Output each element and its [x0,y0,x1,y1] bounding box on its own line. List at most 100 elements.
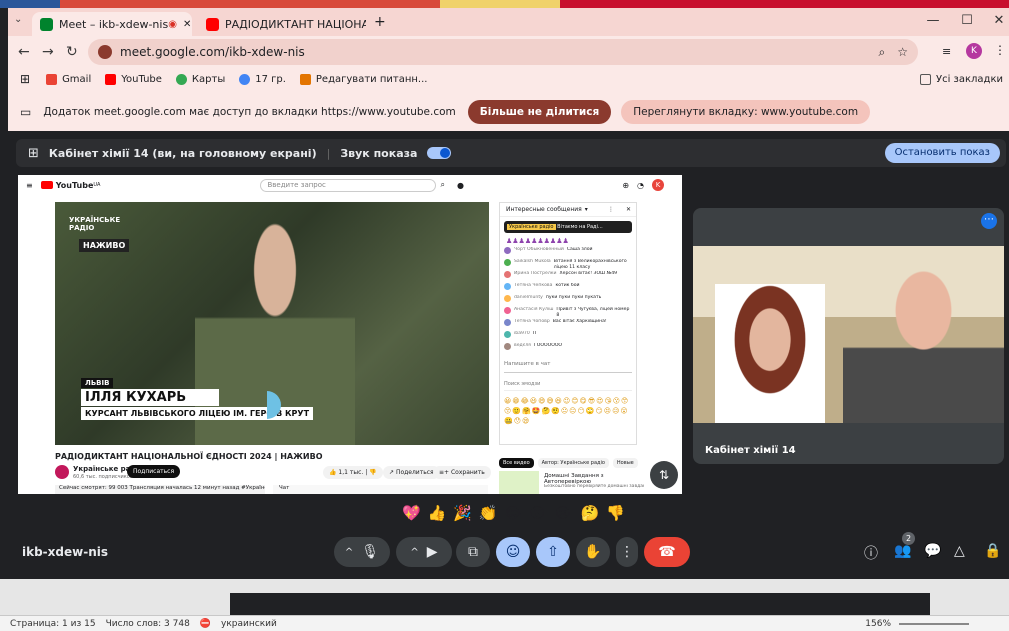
pinned-message[interactable]: Українське радіо Вітаємо на Раді... [504,221,632,233]
site-info-icon[interactable] [98,45,112,59]
reaction-emoji[interactable]: 💖 [402,504,421,522]
camera-options-icon[interactable]: ^ [410,547,418,558]
activities-icon[interactable]: △ [954,543,965,559]
subscribe-button[interactable]: Подписаться [127,465,181,478]
more-options-button[interactable]: ⋮ [616,537,638,567]
menu-icon[interactable]: ⋮ [994,43,1006,57]
reaction-emoji[interactable]: 👎 [606,504,625,522]
chat-icon[interactable]: 💬 [924,543,941,559]
bookmark-star-icon[interactable]: ☆ [897,45,908,59]
yt-bell-icon[interactable]: ◔ [637,181,644,190]
word-window-top [0,0,1009,8]
chat-message[interactable]: Чорт Обыкновенный Саша злой [504,247,632,257]
reaction-emoji[interactable]: 👏 [479,504,498,522]
close-tab-icon[interactable]: ✕ [183,19,191,30]
spellcheck-icon[interactable]: ⛔ [200,619,211,629]
chip-author[interactable]: Автор: Українське радіо [537,458,609,468]
chat-more-icon[interactable]: ⋮ [608,206,614,213]
people-icon[interactable]: 👥 [894,543,911,559]
forward-icon[interactable]: → [42,44,54,60]
tab-search-icon[interactable]: ⌄ [14,14,22,25]
reaction-emoji[interactable]: 😮 [530,504,546,522]
swap-icon[interactable]: ⇅ [650,461,678,489]
yt-search-input[interactable]: Введите запрос [260,178,437,192]
address-bar[interactable]: meet.google.com/ikb-xdew-nis ⌕ ☆ [88,39,918,65]
yt-mic-icon[interactable]: ● [457,181,464,190]
chat-message[interactable]: danielmunty пуки пуки пуки пукать [504,295,632,305]
mic-button[interactable]: ^ 🎙 [334,537,390,567]
raise-hand-button[interactable]: ✋ [576,537,610,567]
reload-icon[interactable]: ↻ [66,44,78,60]
captions-button[interactable]: ⧉ [456,537,490,567]
participant-tile[interactable]: Кабінет хімії 14 ⋯ [693,208,1004,464]
view-tab-button[interactable]: Переглянути вкладку: www.youtube.com [621,100,871,124]
channel-avatar[interactable] [55,465,69,479]
reaction-emoji[interactable]: 🎉 [453,504,472,522]
tab-meet[interactable]: Meet – ikb-xdew-nis ◉ ✕ [32,12,192,36]
emoji-button[interactable]: ☺ [496,537,530,567]
chat-text: Вас вітає Харківщина! [552,319,607,324]
all-bookmarks[interactable]: Усі закладки [919,73,1003,85]
language[interactable]: украинский [221,619,277,629]
chat-message[interactable]: iba970 П [504,331,632,341]
yt-menu-icon[interactable]: ≡ [26,181,33,190]
maximize-icon[interactable]: ☐ [960,14,974,28]
chat-message[interactable]: Тетяна Чоповр Вас вітає Харківщина! [504,319,632,329]
yt-avatar[interactable]: K [652,179,664,191]
present-button[interactable]: ⇧ [536,537,570,567]
chat-message[interactable]: Ирина Пострелки Херсон вітає! ЗОШ №49 [504,271,632,281]
stop-presenting-button[interactable]: Остановить показ [884,143,1000,163]
profile-avatar[interactable]: K [966,43,982,59]
rec-thumbnail[interactable] [499,471,539,494]
zoom-level[interactable]: 156% [865,619,891,629]
sound-toggle[interactable] [427,147,452,159]
chat-message[interactable]: Тетяна Чепкова котик бой [504,283,632,293]
zoom-search-icon[interactable]: ⌕ [879,45,886,60]
bookmark-maps[interactable]: Карты [175,73,225,85]
bookmark-gmail[interactable]: Gmail [46,73,91,85]
bookmark-forms[interactable]: Редагувати питанн... [299,73,427,85]
apps-grid-icon[interactable]: ⊞ [20,72,30,86]
back-icon[interactable]: ← [18,44,30,60]
emoji-picker-grid[interactable]: 😀😁😂😃😄😅😆😉😊😋😎😍😘😗😙😚🙂🤗🤩🤔🤨😐😑😶🙄😏😣😥😮🤐😯😪 [504,396,632,426]
host-controls-icon[interactable]: 🔒 [984,543,1001,559]
like-button[interactable]: 👍 1,1 тыс. | 👎 [323,466,383,479]
yt-video-player[interactable]: УКРАЇНСЬКЕ РАДІО НАЖИВО ЛЬВІВ ІЛЛЯ КУХАР… [55,202,489,445]
save-button[interactable]: ≡+ Сохранить [433,466,491,479]
chip-new[interactable]: Новые [612,458,638,468]
bookmark-youtube[interactable]: YouTube [105,73,162,85]
chat-input[interactable]: Напишите в чат [504,361,632,373]
reaction-emoji[interactable]: 👍 [428,504,447,522]
share-button[interactable]: ↗ Поделиться [383,466,440,479]
media-icon[interactable]: ≡ [942,45,951,58]
close-window-icon[interactable]: ✕ [992,14,1006,28]
yt-create-icon[interactable]: ⊕ [622,181,629,190]
new-tab-button[interactable]: + [374,14,386,30]
stop-sharing-button[interactable]: Більше не ділитися [467,100,612,124]
camera-button[interactable]: ^ ▶ [396,537,452,567]
info-icon[interactable]: ⓘ [864,543,878,563]
chat-message[interactable]: ведєля ГООООООО [504,343,632,353]
chip-all[interactable]: Все видео [499,458,534,468]
chat-message[interactable]: Saikalsh Mukola Вітання з Великорахнівськ… [504,259,632,269]
chat-title[interactable]: Интересные сообщения [506,206,582,213]
minimize-icon[interactable]: — [926,14,940,28]
yt-search-icon[interactable]: ⌕ [440,180,444,190]
emoji-search[interactable]: Поиск эмодзи [504,381,632,391]
reaction-emoji[interactable]: 😂 [504,504,522,522]
zoom-slider[interactable] [899,622,969,625]
tab-youtube[interactable]: РАДІОДИКТАНТ НАЦІОНА ✕ [198,12,366,36]
reaction-emoji[interactable]: 🤔 [581,504,600,522]
chat-message[interactable]: Анастасія Куліш Привіт з Чугуєва, ліцей н… [504,307,632,317]
tile-more-icon[interactable]: ⋯ [981,213,997,229]
page-count[interactable]: Страница: 1 из 15 [10,619,96,629]
mic-options-icon[interactable]: ^ [345,547,353,558]
bookmark-group[interactable]: 17 гр. [239,73,286,85]
reaction-emoji[interactable]: 😢 [555,504,571,522]
chat-close-icon[interactable]: ✕ [626,206,631,213]
chat-text: ГООООООО [533,343,563,348]
leave-call-button[interactable]: ☎ [644,537,690,567]
yt-description[interactable]: Сейчас смотрят: 99 003 Трансляция начала… [55,485,265,494]
word-count[interactable]: Число слов: 3 748 [106,619,190,629]
chat-tab-bottom[interactable]: Чат [273,485,488,494]
